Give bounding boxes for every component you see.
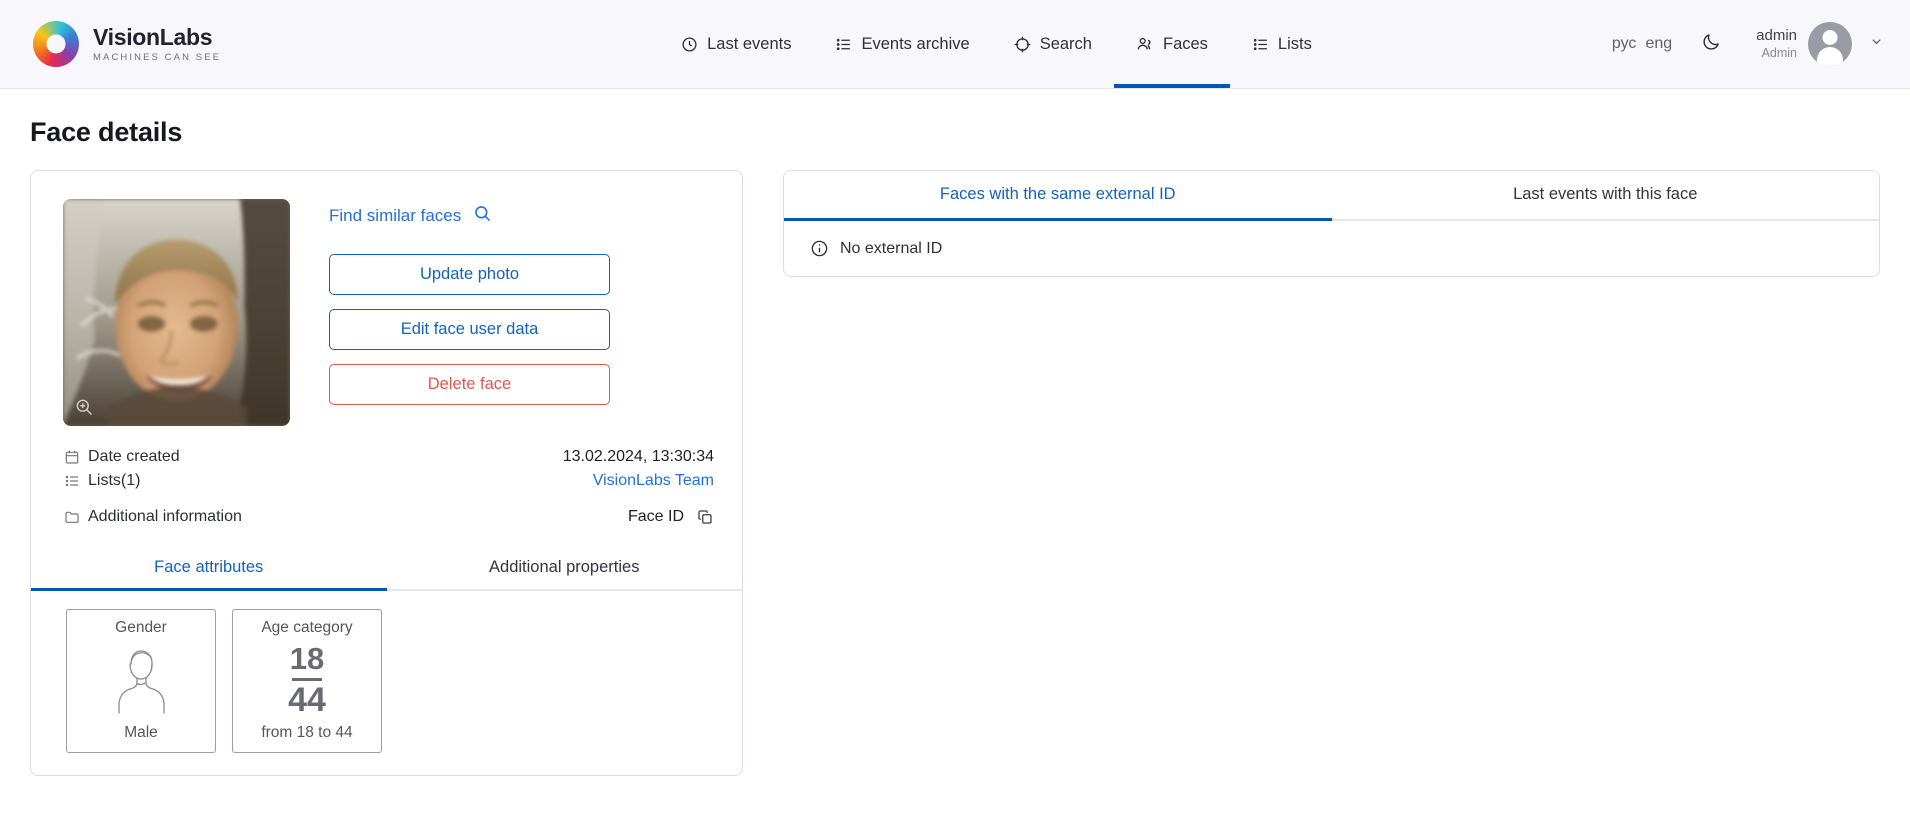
- face-attributes-grid: Gender: [31, 591, 742, 775]
- nav-item-label: Lists: [1278, 35, 1312, 54]
- nav-item-label: Events archive: [861, 35, 969, 54]
- avatar: [1808, 22, 1852, 66]
- attribute-visual: 18 44: [288, 637, 326, 724]
- meta-label: Lists(1): [88, 472, 140, 490]
- face-card-top: Find similar faces Update photo Edit fac…: [31, 171, 742, 426]
- people-icon: [1136, 35, 1154, 53]
- meta-value-list-link[interactable]: VisionLabs Team: [593, 472, 714, 490]
- theme-toggle-button[interactable]: [1690, 23, 1732, 65]
- user-meta: admin Admin: [1756, 27, 1797, 61]
- attribute-value: Male: [124, 724, 158, 742]
- user-menu[interactable]: admin Admin: [1756, 22, 1884, 66]
- empty-state-text: No external ID: [840, 240, 942, 258]
- related-panel-tabs: Faces with the same external ID Last eve…: [784, 171, 1879, 221]
- nav-item-search[interactable]: Search: [992, 0, 1114, 88]
- visionlabs-ring-logo-icon: [33, 21, 79, 67]
- lang-option-ru[interactable]: рус: [1612, 35, 1637, 53]
- attribute-card-age-category: Age category 18 44 from 18 to 44: [232, 609, 382, 753]
- brand-text: VisionLabs MACHINES CAN SEE: [93, 25, 221, 63]
- nav-item-label: Search: [1040, 35, 1092, 54]
- tab-additional-properties[interactable]: Additional properties: [387, 548, 743, 589]
- face-id-label: Face ID: [628, 508, 684, 526]
- update-photo-button[interactable]: Update photo: [329, 254, 610, 295]
- meta-value-face-id: Face ID: [628, 508, 714, 526]
- face-card-tabs: Face attributes Additional properties: [31, 548, 742, 591]
- list-icon: [1252, 36, 1269, 53]
- clock-icon: [681, 36, 698, 53]
- moon-icon: [1701, 32, 1721, 57]
- edit-face-user-data-button[interactable]: Edit face user data: [329, 309, 610, 350]
- attribute-title: Age category: [261, 619, 352, 637]
- person-silhouette-icon: [110, 642, 172, 719]
- related-faces-panel: Faces with the same external ID Last eve…: [783, 170, 1880, 277]
- nav-item-last-events[interactable]: Last events: [659, 0, 813, 88]
- find-similar-label: Find similar faces: [329, 206, 461, 226]
- page-content: Face details: [0, 89, 1910, 776]
- user-name: admin: [1756, 27, 1797, 46]
- attribute-card-gender: Gender: [66, 609, 216, 753]
- face-meta-list: Date created 13.02.2024, 13:30:34 Lists(…: [31, 426, 742, 526]
- nav-item-label: Faces: [1163, 35, 1208, 54]
- face-photo-image: [63, 199, 290, 426]
- face-photo[interactable]: [63, 199, 290, 426]
- meta-label: Additional information: [88, 508, 242, 526]
- header-right-controls: рус eng admin Admin: [1592, 0, 1910, 88]
- app-header: VisionLabs MACHINES CAN SEE Last events …: [0, 0, 1910, 89]
- user-role: Admin: [1756, 46, 1797, 62]
- attribute-visual: [110, 637, 172, 724]
- meta-value-date-created: 13.02.2024, 13:30:34: [563, 448, 714, 466]
- empty-state-no-external-id: No external ID: [784, 221, 1879, 276]
- nav-item-lists[interactable]: Lists: [1230, 0, 1334, 88]
- copy-icon[interactable]: [696, 508, 714, 526]
- age-to: 44: [288, 684, 326, 717]
- brand-name: VisionLabs: [93, 25, 221, 49]
- info-icon: [810, 239, 829, 258]
- zoom-in-icon[interactable]: [74, 397, 94, 417]
- tab-last-events-with-face[interactable]: Last events with this face: [1332, 171, 1880, 219]
- meta-row-additional-information: Additional information Face ID: [64, 508, 714, 526]
- age-range-display: 18 44: [288, 644, 326, 717]
- nav-item-label: Last events: [707, 35, 791, 54]
- calendar-icon: [64, 449, 88, 465]
- brand-tagline: MACHINES CAN SEE: [93, 52, 221, 63]
- face-details-card: Find similar faces Update photo Edit fac…: [30, 170, 743, 776]
- nav-item-faces[interactable]: Faces: [1114, 0, 1230, 88]
- delete-face-button[interactable]: Delete face: [329, 364, 610, 405]
- target-icon: [1014, 36, 1031, 53]
- find-similar-faces-link[interactable]: Find similar faces: [329, 204, 492, 228]
- lang-option-en[interactable]: eng: [1645, 35, 1672, 53]
- meta-row-lists: Lists(1) VisionLabs Team: [64, 472, 714, 490]
- page-title: Face details: [30, 117, 1880, 148]
- face-actions: Find similar faces Update photo Edit fac…: [329, 199, 610, 426]
- folder-icon: [64, 509, 88, 525]
- age-from: 18: [290, 644, 324, 674]
- language-switcher: рус eng: [1612, 35, 1672, 53]
- list-icon: [64, 473, 88, 489]
- attribute-title: Gender: [115, 619, 167, 637]
- tab-face-attributes[interactable]: Face attributes: [31, 548, 387, 589]
- nav-item-events-archive[interactable]: Events archive: [813, 0, 991, 88]
- meta-label: Date created: [88, 448, 180, 466]
- list-icon: [835, 36, 852, 53]
- tab-faces-same-external-id[interactable]: Faces with the same external ID: [784, 171, 1332, 219]
- chevron-down-icon: [1869, 34, 1884, 54]
- attribute-value: from 18 to 44: [261, 724, 352, 742]
- columns-layout: Find similar faces Update photo Edit fac…: [30, 170, 1880, 776]
- brand-logo[interactable]: VisionLabs MACHINES CAN SEE: [0, 0, 221, 88]
- meta-row-date-created: Date created 13.02.2024, 13:30:34: [64, 448, 714, 466]
- main-navigation: Last events Events archive Search: [659, 0, 1334, 88]
- search-icon: [473, 204, 492, 228]
